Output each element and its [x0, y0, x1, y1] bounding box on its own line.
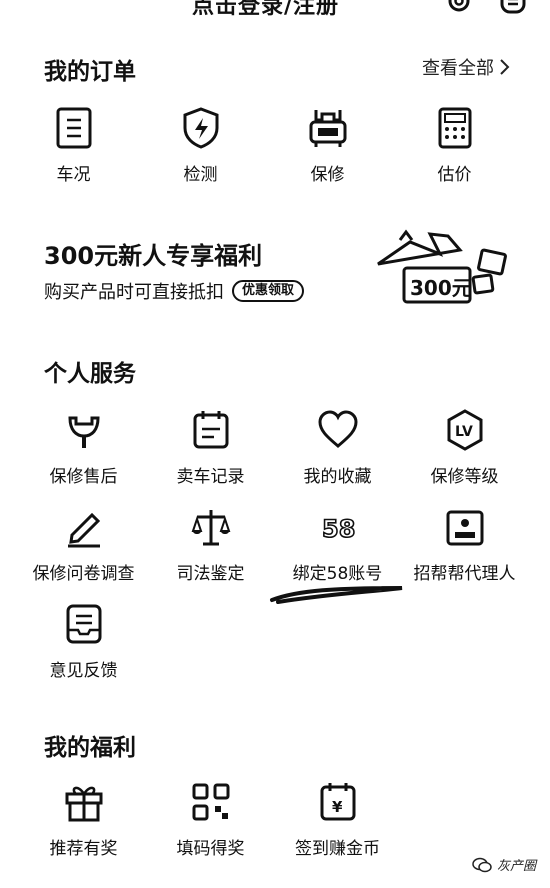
benefit-item-label: 签到赚金币: [295, 839, 380, 859]
service-item-bind-58[interactable]: 58 绑定58账号: [274, 505, 401, 584]
watermark: 灰产圈: [472, 855, 536, 874]
calendar-yen-icon: ¥: [320, 783, 355, 821]
view-all-label: 查看全部: [422, 58, 494, 79]
report-icon: [56, 107, 91, 149]
benefit-item-label: 填码得奖: [176, 839, 245, 859]
service-item-label: 招帮帮代理人: [413, 564, 516, 584]
benefit-item-referral[interactable]: 推荐有奖: [20, 780, 147, 859]
service-item-survey[interactable]: 保修问卷调查: [20, 505, 147, 584]
watermark-text: 灰产圈: [496, 859, 536, 874]
message-icon[interactable]: [498, 0, 528, 16]
service-item-after-sales[interactable]: 保修售后: [20, 408, 147, 487]
benefit-item-checkin[interactable]: ¥ 签到赚金币: [274, 780, 401, 859]
service-item-label: 意见反馈: [49, 661, 118, 681]
settings-icon[interactable]: [444, 0, 474, 16]
logo-58-icon: 58: [321, 514, 356, 544]
promo-banner-subtitle: 购买产品时可直接抵扣: [44, 282, 224, 303]
order-item-warranty[interactable]: 保修: [264, 106, 391, 185]
service-item-label: 我的收藏: [303, 467, 372, 487]
chevron-right-icon: [500, 59, 510, 75]
order-item-label: 检测: [183, 165, 218, 185]
logo-58-text: 58: [322, 515, 355, 543]
view-all-orders-link[interactable]: 查看全部: [422, 54, 510, 80]
order-item-inspection[interactable]: 检测: [137, 106, 264, 185]
service-item-warranty-level[interactable]: LV 保修等级: [401, 408, 528, 487]
qr-code-icon: [192, 783, 229, 821]
wechat-icon: [472, 857, 492, 872]
order-item-condition[interactable]: 车况: [10, 106, 137, 185]
orders-section-title: 我的订单: [44, 59, 136, 85]
wrench-car-icon: [309, 110, 346, 147]
service-item-label: 司法鉴定: [176, 564, 245, 584]
coupon-gift-icon[interactable]: 300元: [370, 224, 510, 310]
coupon-amount: 300元: [410, 276, 472, 300]
shield-check-icon: [183, 107, 218, 149]
orders-grid: 车况 检测 保修 估价: [0, 106, 550, 185]
service-item-label: 保修售后: [49, 467, 118, 487]
service-item-label: 绑定58账号: [292, 564, 383, 584]
pencil-icon: [67, 512, 100, 548]
scales-icon: [191, 510, 230, 546]
service-item-favorites[interactable]: 我的收藏: [274, 408, 401, 487]
service-item-feedback[interactable]: 意见反馈: [20, 602, 147, 681]
service-item-agent[interactable]: 招帮帮代理人: [401, 505, 528, 584]
benefit-item-label: 推荐有奖: [49, 839, 118, 859]
services-section-title: 个人服务: [44, 361, 136, 387]
promo-claim-button[interactable]: 优惠领取: [232, 280, 305, 302]
order-item-valuation[interactable]: 估价: [391, 106, 518, 185]
level-badge-icon: LV: [447, 409, 482, 451]
wrench-icon: [67, 416, 100, 448]
promo-banner-title[interactable]: 300元新人专享福利: [44, 236, 262, 271]
calendar-list-icon: [193, 411, 228, 449]
benefits-section-title: 我的福利: [44, 735, 136, 761]
services-grid-row-1: 保修售后 卖车记录 我的收藏 LV 保修等级: [0, 408, 550, 487]
service-item-label: 保修等级: [430, 467, 499, 487]
services-grid-row-3: 意见反馈: [0, 602, 550, 681]
service-item-label: 卖车记录: [176, 467, 245, 487]
benefits-grid: 推荐有奖 填码得奖 ¥ 签到赚金币: [0, 780, 550, 859]
order-item-label: 估价: [437, 165, 472, 185]
benefit-item-enter-code[interactable]: 填码得奖: [147, 780, 274, 859]
promo-banner-subtitle-row: 购买产品时可直接抵扣 优惠领取: [44, 278, 305, 304]
feedback-box-icon: [66, 604, 101, 644]
heart-icon: [317, 410, 358, 448]
services-grid-row-2: 保修问卷调查 司法鉴定 58 绑定58账号 招帮帮代理人: [0, 505, 550, 584]
gift-icon: [65, 786, 102, 822]
header-icons: [444, 0, 528, 16]
yen-sign: ¥: [332, 798, 343, 816]
calculator-icon: [438, 107, 471, 149]
id-card-icon: [446, 510, 483, 546]
order-item-label: 保修: [310, 165, 345, 185]
level-badge-text: LV: [455, 424, 473, 440]
login-register-link[interactable]: 点击登录/注册: [192, 0, 339, 20]
service-item-label: 保修问卷调查: [32, 564, 135, 584]
service-item-sale-records[interactable]: 卖车记录: [147, 408, 274, 487]
service-item-judicial-appraisal[interactable]: 司法鉴定: [147, 505, 274, 584]
order-item-label: 车况: [56, 165, 91, 185]
